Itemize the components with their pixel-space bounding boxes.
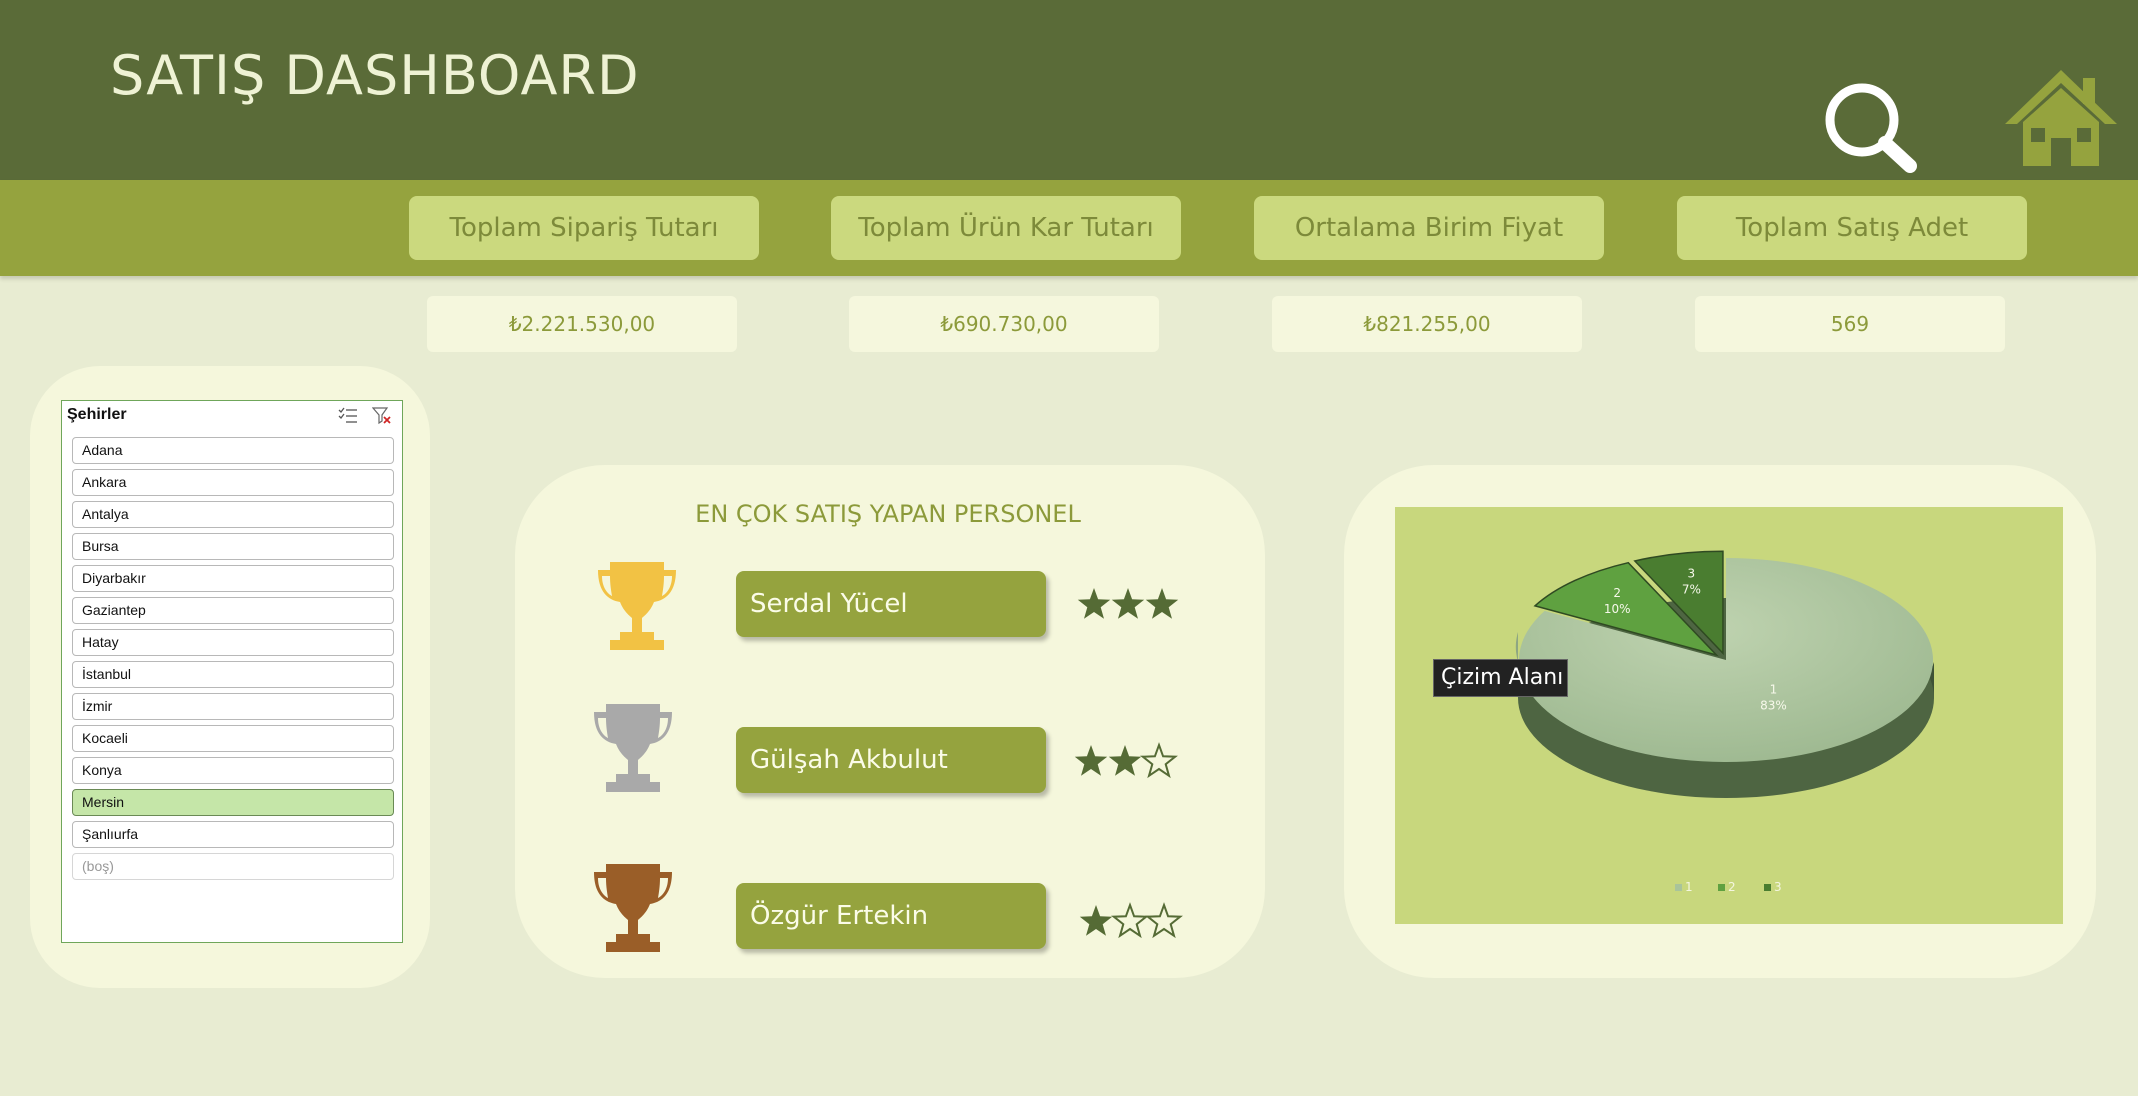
slicer-item-hatay[interactable]: Hatay (72, 629, 394, 656)
multi-select-icon[interactable] (338, 407, 358, 429)
slicer-title: Şehirler (67, 406, 127, 423)
legend-item-2: 2 (1718, 880, 1736, 894)
slicer-item-mersin[interactable]: Mersin (72, 789, 394, 816)
star-filled-icon (1079, 905, 1113, 936)
star-filled-icon (1074, 745, 1108, 776)
slicer-item-ankara[interactable]: Ankara (72, 469, 394, 496)
rating-stars-2 (1071, 741, 1181, 785)
home-icon[interactable] (2001, 66, 2121, 174)
rating-stars-3 (1076, 901, 1186, 945)
star-filled-icon (1077, 588, 1111, 619)
legend-item-1: 1 (1675, 880, 1693, 894)
slicer-item-gaziantep[interactable]: Gaziantep (72, 597, 394, 624)
kpi-value-profit-total: ₺690.730,00 (849, 296, 1159, 352)
rating-stars-1 (1074, 584, 1184, 628)
search-icon[interactable] (1820, 78, 1920, 182)
star-filled-icon (1108, 745, 1142, 776)
kpi-label-order-total[interactable]: Toplam Sipariş Tutarı (409, 196, 759, 260)
slicer-item-sanliurfa[interactable]: Şanlıurfa (72, 821, 394, 848)
star-empty-icon (1145, 902, 1183, 939)
kpi-label-profit-total[interactable]: Toplam Ürün Kar Tutarı (831, 196, 1181, 260)
person-name-2: Gülşah Akbulut (736, 727, 1046, 793)
star-filled-icon (1111, 588, 1145, 619)
slicer-item-istanbul[interactable]: İstanbul (72, 661, 394, 688)
slicer-item-izmir[interactable]: İzmir (72, 693, 394, 720)
slicer-list: Adana Ankara Antalya Bursa Diyarbakır Ga… (72, 437, 394, 885)
slicer-item-bursa[interactable]: Bursa (72, 533, 394, 560)
slicer-item-antalya[interactable]: Antalya (72, 501, 394, 528)
kpi-label-sales-count[interactable]: Toplam Satış Adet (1677, 196, 2027, 260)
star-empty-icon (1111, 902, 1149, 939)
slicer-item-empty[interactable]: (boş) (72, 853, 394, 880)
kpi-value-order-total: ₺2.221.530,00 (427, 296, 737, 352)
plot-area-tooltip: Çizim Alanı (1433, 659, 1568, 697)
person-name-3: Özgür Ertekin (736, 883, 1046, 949)
personnel-title: EN ÇOK SATIŞ YAPAN PERSONEL (695, 500, 1081, 528)
gold-trophy-icon (596, 560, 678, 656)
silver-trophy-icon (592, 702, 674, 798)
slicer-item-konya[interactable]: Konya (72, 757, 394, 784)
kpi-label-avg-price[interactable]: Ortalama Birim Fiyat (1254, 196, 1604, 260)
kpi-value-avg-price: ₺821.255,00 (1272, 296, 1582, 352)
clear-filter-icon[interactable] (371, 407, 392, 429)
slicer-item-kocaeli[interactable]: Kocaeli (72, 725, 394, 752)
slicer-item-diyarbakir[interactable]: Diyarbakır (72, 565, 394, 592)
page-title: SATIŞ DASHBOARD (110, 44, 640, 107)
slicer-item-adana[interactable]: Adana (72, 437, 394, 464)
star-filled-icon (1145, 588, 1179, 619)
city-slicer[interactable]: Şehirler Adana Ankara Antalya Bursa Diya… (61, 400, 403, 943)
kpi-value-sales-count: 569 (1695, 296, 2005, 352)
bronze-trophy-icon (592, 862, 674, 958)
chart-area[interactable] (1395, 507, 2063, 924)
legend-item-3: 3 (1764, 880, 1782, 894)
star-empty-icon (1140, 742, 1178, 779)
person-name-1: Serdal Yücel (736, 571, 1046, 637)
